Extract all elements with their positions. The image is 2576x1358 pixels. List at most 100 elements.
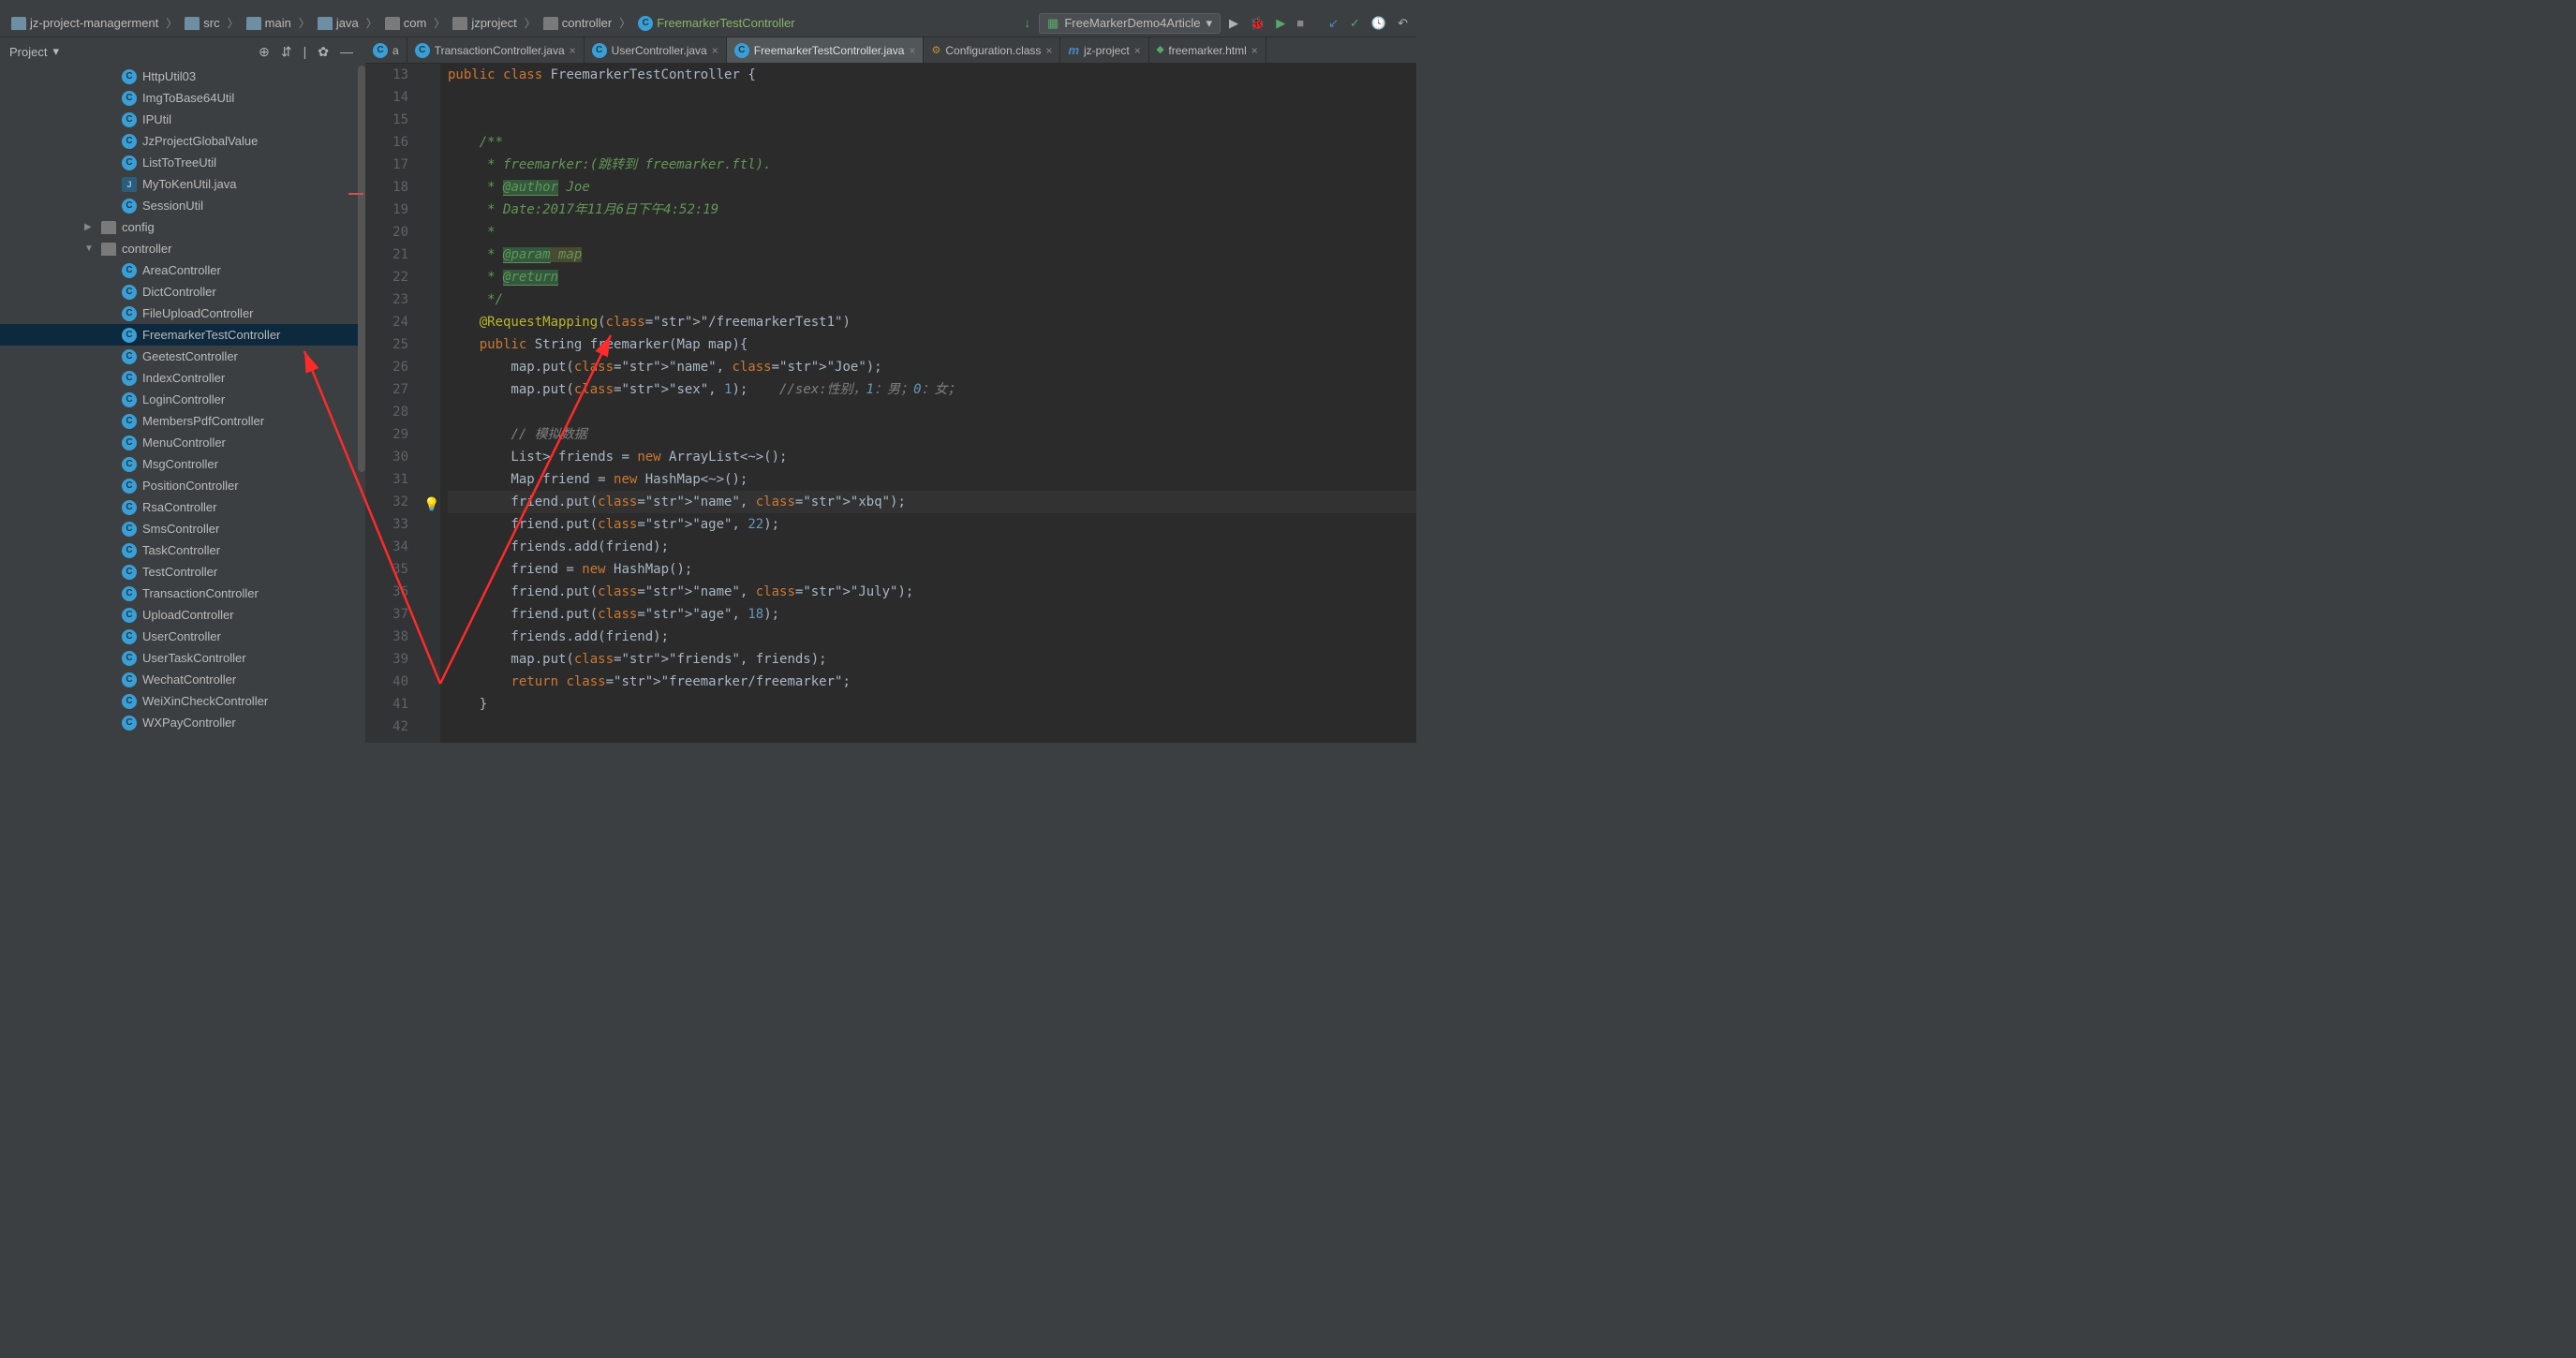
code-line[interactable]: * @param map (448, 244, 1416, 266)
code-line[interactable]: friend = new HashMap(); (448, 558, 1416, 581)
code-line[interactable]: * Date:2017年11月6日下午4:52:19 (448, 199, 1416, 221)
code-line[interactable]: friend.put(class="str">"name", class="st… (448, 491, 1416, 513)
tree-item[interactable]: CGeetestController (56, 346, 365, 367)
stop-button[interactable]: ■ (1294, 16, 1307, 30)
editor-tab[interactable]: CUserController.java× (585, 37, 727, 63)
code-line[interactable]: */ (448, 288, 1416, 311)
code-line[interactable]: map.put(class="str">"sex", 1); //sex:性别，… (448, 378, 1416, 401)
editor-tab[interactable]: CTransactionController.java× (407, 37, 585, 63)
editor-tab[interactable]: mjz-project× (1060, 37, 1148, 63)
tree-item[interactable]: CHttpUtil03 (56, 66, 365, 87)
editor[interactable]: 1314151617181920212223242526272829303132… (365, 64, 1416, 743)
code-line[interactable]: map.put(class="str">"friends", friends); (448, 648, 1416, 671)
run-config-selector[interactable]: ▦ FreeMarkerDemo4Article ▾ (1039, 13, 1221, 34)
breadcrumb-project[interactable]: jz-project-managerment (6, 14, 164, 32)
vcs-update-icon[interactable]: ↙ (1325, 16, 1341, 31)
close-icon[interactable]: × (712, 44, 718, 57)
tree-item[interactable]: JMyToKenUtil.java (56, 173, 365, 195)
tree-item[interactable]: CJzProjectGlobalValue (56, 130, 365, 152)
code-line[interactable] (448, 109, 1416, 131)
project-tree[interactable]: CHttpUtil03CImgToBase64UtilCIPUtilCJzPro… (0, 66, 365, 743)
code-line[interactable]: friend.put(class="str">"age", 22); (448, 513, 1416, 536)
tree-item[interactable]: CWeiXinCheckController (56, 690, 365, 712)
tree-item[interactable]: CUserController (56, 626, 365, 647)
code-line[interactable]: friend.put(class="str">"name", class="st… (448, 581, 1416, 603)
breadcrumb-file[interactable]: C FreemarkerTestController (632, 14, 800, 33)
tree-item[interactable]: CSmsController (56, 518, 365, 539)
tree-folder[interactable]: ▼controller (56, 238, 365, 259)
tree-item[interactable]: CTaskController (56, 539, 365, 561)
close-icon[interactable]: × (909, 44, 915, 57)
vcs-commit-icon[interactable]: ✓ (1347, 16, 1363, 31)
code-line[interactable]: * (448, 221, 1416, 244)
intention-bulb-icon[interactable]: 💡 (423, 494, 439, 516)
gear-icon[interactable]: ✿ (315, 44, 332, 60)
editor-tab[interactable]: ⚙Configuration.class× (924, 37, 1060, 63)
scrollbar[interactable] (358, 66, 365, 472)
editor-tab[interactable]: ⬥freemarker.html× (1149, 37, 1266, 63)
code-line[interactable]: * @author Joe (448, 176, 1416, 199)
tree-item[interactable]: CMenuController (56, 432, 365, 453)
code-line[interactable]: * freemarker:(跳转到 freemarker.ftl). (448, 154, 1416, 176)
code-line[interactable]: map.put(class="str">"name", class="str">… (448, 356, 1416, 378)
close-icon[interactable]: × (570, 44, 576, 57)
code-line[interactable]: friend.put(class="str">"age", 18); (448, 603, 1416, 626)
tree-item[interactable]: CUploadController (56, 604, 365, 626)
close-icon[interactable]: × (1045, 44, 1052, 57)
editor-tab[interactable]: CFreemarkerTestController.java× (727, 37, 925, 63)
tree-item[interactable]: CWXPayController (56, 712, 365, 733)
code-line[interactable]: /** (448, 131, 1416, 154)
tree-item[interactable]: CRsaController (56, 496, 365, 518)
tree-item[interactable]: CFreemarkerTestController (0, 324, 365, 346)
collapse-icon[interactable]: ⇵ (278, 44, 295, 60)
code-line[interactable] (448, 716, 1416, 738)
coverage-button[interactable]: ▶ (1273, 16, 1288, 31)
tree-item[interactable]: CIPUtil (56, 109, 365, 130)
code-line[interactable]: public String freemarker(Map map){ (448, 333, 1416, 356)
tree-item[interactable]: CDictController (56, 281, 365, 303)
code-area[interactable]: public class FreemarkerTestController { … (440, 64, 1416, 743)
tree-item[interactable]: CUserTaskController (56, 647, 365, 669)
code-line[interactable]: public class FreemarkerTestController { (448, 64, 1416, 86)
vcs-revert-icon[interactable]: ↶ (1395, 16, 1411, 31)
vcs-history-icon[interactable]: 🕓 (1369, 16, 1389, 31)
breadcrumb-java[interactable]: java (312, 14, 364, 32)
code-line[interactable] (448, 401, 1416, 423)
breadcrumb-main[interactable]: main (241, 14, 297, 32)
hide-icon[interactable]: — (337, 44, 356, 59)
locate-icon[interactable]: ⊕ (256, 44, 273, 60)
tree-item[interactable]: CImgToBase64Util (56, 87, 365, 109)
editor-tab[interactable]: Ca (365, 37, 407, 63)
tree-item[interactable]: CLoginController (56, 389, 365, 410)
code-line[interactable]: // 模拟数据 (448, 423, 1416, 446)
code-line[interactable]: } (448, 693, 1416, 716)
close-icon[interactable]: × (1134, 44, 1141, 57)
breadcrumb-jzproject[interactable]: jzproject (447, 14, 522, 32)
tree-item[interactable]: CWechatController (56, 669, 365, 690)
chevron-down-icon[interactable]: ▼ (84, 244, 96, 254)
tree-item[interactable]: CTestController (56, 561, 365, 583)
breadcrumb-controller[interactable]: controller (538, 14, 617, 32)
tree-item[interactable]: CFileUploadController (56, 303, 365, 324)
debug-button[interactable]: 🐞 (1247, 16, 1267, 31)
project-panel-title[interactable]: Project (9, 45, 47, 59)
tree-item[interactable]: CTransactionController (56, 583, 365, 604)
build-icon[interactable]: ↓ (1022, 16, 1034, 30)
code-line[interactable]: friends.add(friend); (448, 536, 1416, 558)
tree-item[interactable]: CAreaController (56, 259, 365, 281)
tree-item[interactable]: CPositionController (56, 475, 365, 496)
tree-item[interactable]: CSessionUtil (56, 195, 365, 216)
code-line[interactable]: List> friends = new ArrayList<~>(); (448, 446, 1416, 468)
code-line[interactable]: @RequestMapping(class="str">"/freemarker… (448, 311, 1416, 333)
tree-item[interactable]: CListToTreeUtil (56, 152, 365, 173)
code-line[interactable]: return class="str">"freemarker/freemarke… (448, 671, 1416, 693)
tree-item[interactable]: CIndexController (56, 367, 365, 389)
breadcrumb-src[interactable]: src (179, 14, 225, 32)
close-icon[interactable]: × (1251, 44, 1258, 57)
code-line[interactable]: friends.add(friend); (448, 626, 1416, 648)
tree-folder[interactable]: ▶config (56, 216, 365, 238)
menu-bar[interactable] (0, 0, 1416, 9)
code-line[interactable]: * @return (448, 266, 1416, 288)
code-line[interactable]: Map friend = new HashMap<~>(); (448, 468, 1416, 491)
code-line[interactable] (448, 86, 1416, 109)
